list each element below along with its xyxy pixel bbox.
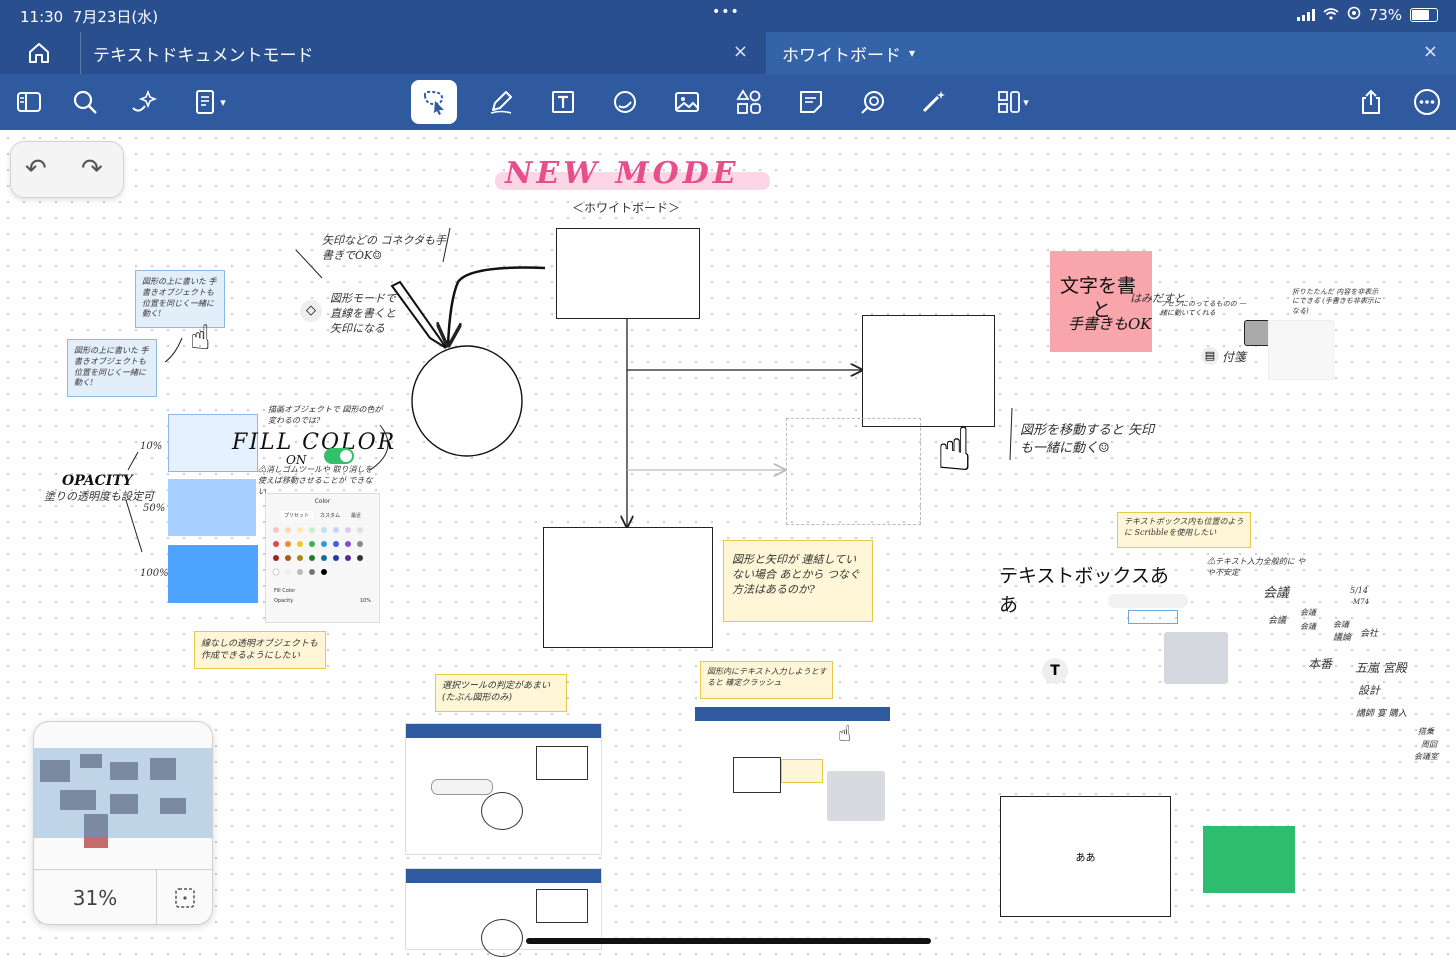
- scribble-word: 5/14: [1350, 586, 1368, 595]
- circle-shape[interactable]: [411, 345, 523, 457]
- sticky-note[interactable]: 図形内にテキスト入力しようとすると 確定クラッシュ: [700, 661, 833, 699]
- scribble-word: 会議: [1333, 620, 1349, 629]
- note-shape-mode: 図形モードで 直線を書くと 矢印になる: [330, 292, 396, 335]
- rectangle-shape[interactable]: [543, 527, 713, 648]
- note-arrows-handwriting: 矢印などの コネクタも手書きでOK☺: [322, 234, 447, 262]
- opacity-title: OPACITY: [62, 473, 133, 489]
- opacity-level-label: 100%: [140, 568, 169, 579]
- scribble-word: 講師 宴 購入: [1356, 709, 1407, 719]
- sticky-label: 付箋: [1222, 350, 1247, 364]
- textbox-icon: T: [1042, 658, 1068, 684]
- page-subtitle: ＜ホワイトボード＞: [572, 201, 681, 215]
- scribble-word: 会議: [1268, 616, 1287, 626]
- opacity-swatch-50[interactable]: [168, 479, 256, 536]
- curve-arrow: [164, 337, 183, 363]
- hand-pointer-icon: ☝: [190, 318, 211, 358]
- scribble-word: M74: [1353, 598, 1370, 606]
- scribble-word: 会議: [1263, 586, 1290, 601]
- scribble-word: 周回: [1421, 740, 1437, 749]
- rectangle-label: ああ: [1075, 853, 1096, 864]
- fit-screen-icon: [175, 887, 195, 908]
- embedded-screenshot[interactable]: [405, 723, 602, 855]
- embedded-screenshot[interactable]: [695, 707, 890, 832]
- scribble-word: 会議室: [1414, 752, 1438, 761]
- scribble-word: 五嵐 宮殿: [1355, 661, 1407, 675]
- sticky-note[interactable]: 図形の上に書いた 手書きオブジェクトも 位置を同じく一緒に動く!: [67, 339, 157, 397]
- rectangle-shape[interactable]: [556, 228, 700, 319]
- rectangle-shape[interactable]: [862, 315, 995, 427]
- zoom-level[interactable]: 31%: [34, 869, 156, 924]
- scribble-word: 搭乗: [1418, 727, 1434, 736]
- opacity-subtitle: 塗りの透明度も設定可: [44, 490, 154, 503]
- page-title: NEW MODE: [505, 156, 740, 191]
- connector-arrow[interactable]: [626, 318, 862, 370]
- green-rectangle[interactable]: [1203, 826, 1295, 893]
- color-panel-screenshot: Color プリセット カスタム 最近 Fill Color Opacity 10…: [265, 493, 380, 623]
- hand-pointer-icon: ☝: [838, 722, 852, 747]
- fit-button[interactable]: [156, 869, 212, 924]
- color-swatch-grid: [272, 527, 363, 576]
- note-stroke: 描画オブジェクトで 図形の色が変わるのでは?: [268, 405, 383, 425]
- note-unstable: ⚠テキスト入力全般的に やや不安定: [1207, 557, 1306, 577]
- fill-color-title: FILL COLOR: [232, 430, 397, 455]
- rectangle-shape[interactable]: ああ: [1000, 796, 1171, 917]
- sticky-note[interactable]: テキストボックス内も位置のように Scribbleを使用したい: [1117, 512, 1251, 548]
- scribble-line: [295, 249, 323, 279]
- minimap-content: [40, 752, 206, 848]
- scribble-word: 会議: [1300, 608, 1316, 617]
- opacity-level-label: 10%: [140, 441, 163, 452]
- sticky-note-icon: ▤: [1201, 347, 1219, 365]
- sticky-panel-screenshot: [1268, 320, 1334, 380]
- hand-pointer-icon: ☝: [936, 415, 973, 485]
- note-fold: 折りたたんだ 内容を非表示にできる (手書きも非表示になる): [1292, 288, 1381, 315]
- note-overflow-detail: フセンにのってるものの 一緒に動いてくれる: [1160, 300, 1246, 318]
- undo-redo-panel: ↶ ↷: [10, 141, 124, 198]
- sticky-note-folded[interactable]: [1244, 320, 1270, 346]
- scribble-word: 本番: [1308, 657, 1333, 671]
- shapes-icon: ◇: [300, 300, 322, 322]
- scribble-word: 議論: [1333, 633, 1352, 643]
- scribble-word: 設計: [1358, 684, 1380, 697]
- opacity-swatch-100[interactable]: [168, 545, 258, 603]
- pencil-drawing: [390, 280, 447, 349]
- minimap[interactable]: 31%: [33, 721, 213, 925]
- handdrawn-arrow: [448, 266, 546, 345]
- sticky-note[interactable]: 図形の上に書いた 手書きオブジェクトも 位置を同じく一緒に動く!: [135, 270, 225, 328]
- scribble-word: 会議: [1300, 622, 1316, 631]
- keyboard-screenshot: [1108, 594, 1228, 689]
- scribble-word: 会社: [1360, 629, 1379, 639]
- toggle-switch[interactable]: [324, 448, 354, 464]
- home-indicator[interactable]: [526, 938, 931, 944]
- sticky-note[interactable]: 図形と矢印が 連結していない場合 あとから つなぐ方法はあるのか?: [723, 540, 873, 622]
- rectangle-shape-ghost: [786, 418, 921, 525]
- sticky-note[interactable]: 選択ツールの判定があまい (たぶん図形のみ): [435, 674, 567, 712]
- redo-button[interactable]: ↷: [81, 154, 103, 184]
- note-move: 図形を移動すると 矢印も一緒に動く☺: [1020, 423, 1155, 456]
- undo-button[interactable]: ↶: [25, 154, 47, 184]
- scribble-line: [1009, 407, 1013, 461]
- sticky-note[interactable]: 線なしの透明オブジェクトも 作成できるようにしたい: [194, 631, 326, 669]
